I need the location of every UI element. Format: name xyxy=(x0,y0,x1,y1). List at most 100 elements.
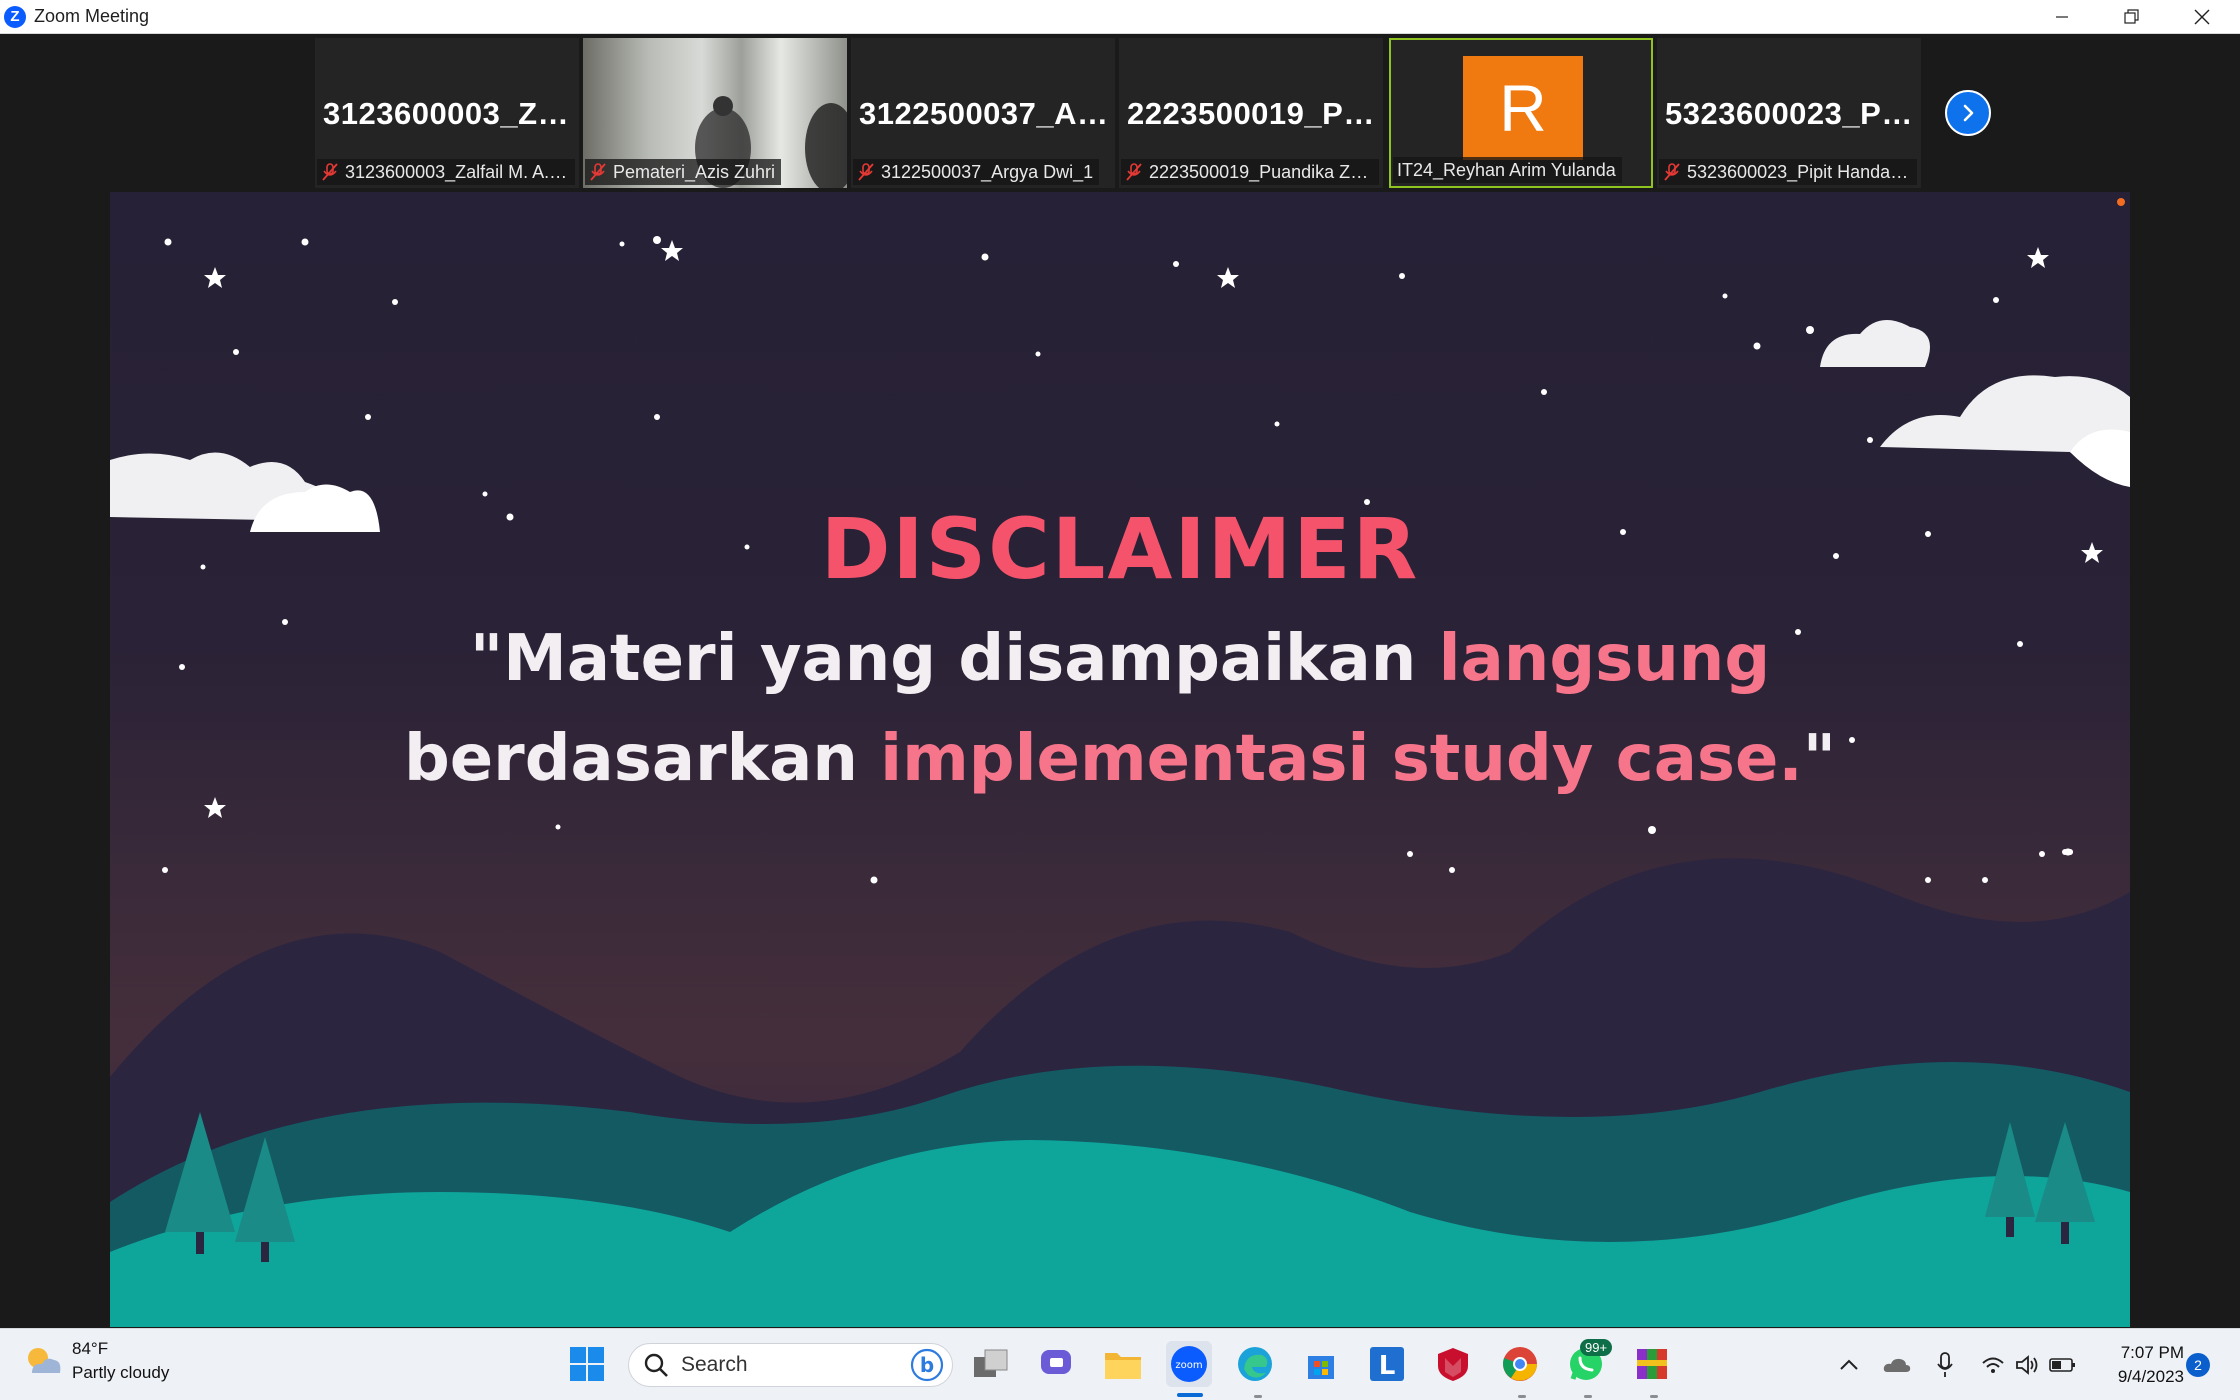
participant-name-bar: 3122500037_Argya Dwi_1 xyxy=(853,159,1100,185)
participant-tile-active-speaker[interactable]: R IT24_Reyhan Arim Yulanda xyxy=(1389,38,1653,188)
edge-icon xyxy=(1238,1347,1272,1381)
clock-date: 9/4/2023 xyxy=(2117,1367,2184,1386)
system-clock[interactable]: 7:07 PM 9/4/2023 xyxy=(2090,1341,2184,1389)
participant-tile[interactable]: 5323600023_Pi... 5323600023_Pipit Handay… xyxy=(1657,38,1921,188)
quote-close-mark: " xyxy=(1802,722,1837,796)
participant-label: 2223500019_Puandika Za... xyxy=(1149,161,1373,182)
weather-widget[interactable]: 84°F Partly cloudy xyxy=(22,1339,169,1383)
task-view-button[interactable] xyxy=(968,1341,1014,1387)
participant-tile[interactable]: 2223500019_Pu... 2223500019_Puandika Za.… xyxy=(1119,38,1383,188)
quote-highlight: implementasi study case. xyxy=(880,722,1803,796)
participant-name-bar: 5323600023_Pipit Handay... xyxy=(1659,159,1917,185)
windows-logo-icon xyxy=(570,1347,604,1381)
window-title: Zoom Meeting xyxy=(34,6,150,26)
active-app-indicator xyxy=(1177,1393,1203,1397)
participant-avatar: R xyxy=(1463,56,1583,160)
winrar-icon xyxy=(1637,1349,1667,1379)
l-app-icon: L xyxy=(1370,1347,1404,1381)
muted-mic-icon xyxy=(322,163,338,181)
zoom-taskbar-button[interactable]: zoom xyxy=(1166,1341,1212,1387)
weather-text: 84°F Partly cloudy xyxy=(72,1339,169,1383)
participant-tile[interactable]: Pemateri_Azis Zuhri xyxy=(583,38,847,188)
muted-mic-icon xyxy=(1664,163,1680,181)
participant-tile[interactable]: 3122500037_Ar... 3122500037_Argya Dwi_1 xyxy=(851,38,1115,188)
participant-label: 3122500037_Argya Dwi_1 xyxy=(881,161,1094,182)
whatsapp-unread-badge: 99+ xyxy=(1580,1339,1613,1356)
partly-cloudy-icon xyxy=(28,1348,61,1373)
participant-tile-name: 3122500037_Ar... xyxy=(859,96,1111,131)
battery-button[interactable] xyxy=(2047,1347,2079,1383)
slide-quote-line-2: berdasarkan implementasi study case." xyxy=(110,722,2130,796)
wifi-icon xyxy=(1982,1357,2004,1373)
chevron-right-icon xyxy=(1963,104,1974,122)
task-view-icon xyxy=(974,1349,1008,1377)
search-placeholder: Search xyxy=(681,1353,748,1376)
slide-title: DISCLAIMER xyxy=(820,500,1420,598)
muted-mic-icon xyxy=(590,163,606,181)
running-indicator xyxy=(1254,1395,1262,1398)
chat-icon xyxy=(1041,1350,1071,1374)
running-indicator xyxy=(1584,1395,1592,1398)
mcafee-button[interactable] xyxy=(1430,1341,1476,1387)
file-explorer-button[interactable] xyxy=(1100,1341,1146,1387)
restore-icon xyxy=(2124,9,2139,24)
windows-taskbar: 84°F Partly cloudy Search b zoom L 99+ 7… xyxy=(0,1328,2240,1400)
minimize-button[interactable] xyxy=(2027,0,2097,34)
svg-text:b: b xyxy=(920,1353,934,1377)
bing-icon: b xyxy=(910,1348,944,1382)
notification-badge[interactable]: 2 xyxy=(2186,1353,2210,1377)
chrome-button[interactable] xyxy=(1497,1341,1543,1387)
wifi-button[interactable] xyxy=(1977,1347,2009,1383)
taskbar-search-box[interactable]: Search b xyxy=(628,1343,953,1387)
shared-screen: DISCLAIMER "Materi yang disampaikan lang… xyxy=(110,192,2130,1327)
running-indicator xyxy=(1518,1395,1526,1398)
participant-tile[interactable]: 3123600003_Za... 3123600003_Zalfail M. A… xyxy=(315,38,579,188)
microsoft-store-button[interactable] xyxy=(1298,1341,1344,1387)
folder-icon xyxy=(1105,1353,1141,1379)
start-button[interactable] xyxy=(564,1341,610,1387)
moon-shape xyxy=(156,292,250,401)
muted-mic-icon xyxy=(858,163,874,181)
mcafee-shield-icon xyxy=(1438,1348,1468,1381)
l-app-button[interactable]: L xyxy=(1364,1341,1410,1387)
teams-chat-button[interactable] xyxy=(1034,1341,1080,1387)
window-title-bar: Z Zoom Meeting xyxy=(0,0,2240,34)
participant-tile-name: 2223500019_Pu... xyxy=(1127,96,1379,131)
show-hidden-icons-button[interactable] xyxy=(1833,1347,1865,1383)
microphone-icon xyxy=(1937,1352,1953,1377)
recording-indicator xyxy=(2117,198,2125,206)
participant-label: 3123600003_Zalfail M. A._1 xyxy=(345,161,569,182)
participant-strip: 3123600003_Za... 3123600003_Zalfail M. A… xyxy=(0,35,2240,190)
participant-label: IT24_Reyhan Arim Yulanda xyxy=(1397,159,1616,180)
quote-text: berdasarkan xyxy=(403,722,881,796)
restore-button[interactable] xyxy=(2097,0,2167,34)
clock-time: 7:07 PM xyxy=(2120,1343,2184,1362)
svg-text:L: L xyxy=(1379,1351,1396,1381)
edge-button[interactable] xyxy=(1232,1341,1278,1387)
participant-name-bar: Pemateri_Azis Zuhri xyxy=(585,159,782,185)
quote-text: "Materi yang disampaikan xyxy=(469,622,1439,696)
participant-tile-name: 5323600023_Pi... xyxy=(1665,96,1917,131)
microphone-button[interactable] xyxy=(1929,1347,1961,1383)
winrar-button[interactable] xyxy=(1629,1341,1675,1387)
participant-label: Pemateri_Azis Zuhri xyxy=(613,161,776,182)
close-button[interactable] xyxy=(2167,0,2237,34)
onedrive-button[interactable] xyxy=(1881,1347,1913,1383)
minimize-icon xyxy=(2056,16,2068,18)
weather-condition: Partly cloudy xyxy=(72,1363,170,1382)
battery-icon xyxy=(2049,1358,2075,1372)
muted-mic-icon xyxy=(1126,163,1142,181)
next-participants-button[interactable] xyxy=(1945,90,1991,136)
chevron-up-icon xyxy=(1840,1359,1858,1370)
svg-text:zoom: zoom xyxy=(1175,1360,1202,1371)
slide-quote-line-1: "Materi yang disampaikan langsung xyxy=(110,622,2130,696)
running-indicator xyxy=(1650,1395,1658,1398)
zoom-icon: zoom xyxy=(1171,1346,1207,1382)
participant-tile-name: 3123600003_Za... xyxy=(323,96,575,131)
speaker-icon xyxy=(2016,1355,2038,1375)
chrome-icon xyxy=(1503,1347,1537,1381)
participant-name-bar: 3123600003_Zalfail M. A._1 xyxy=(317,159,575,185)
close-icon xyxy=(2194,9,2210,25)
participant-name-bar: 2223500019_Puandika Za... xyxy=(1121,159,1379,185)
volume-button[interactable] xyxy=(2012,1347,2044,1383)
